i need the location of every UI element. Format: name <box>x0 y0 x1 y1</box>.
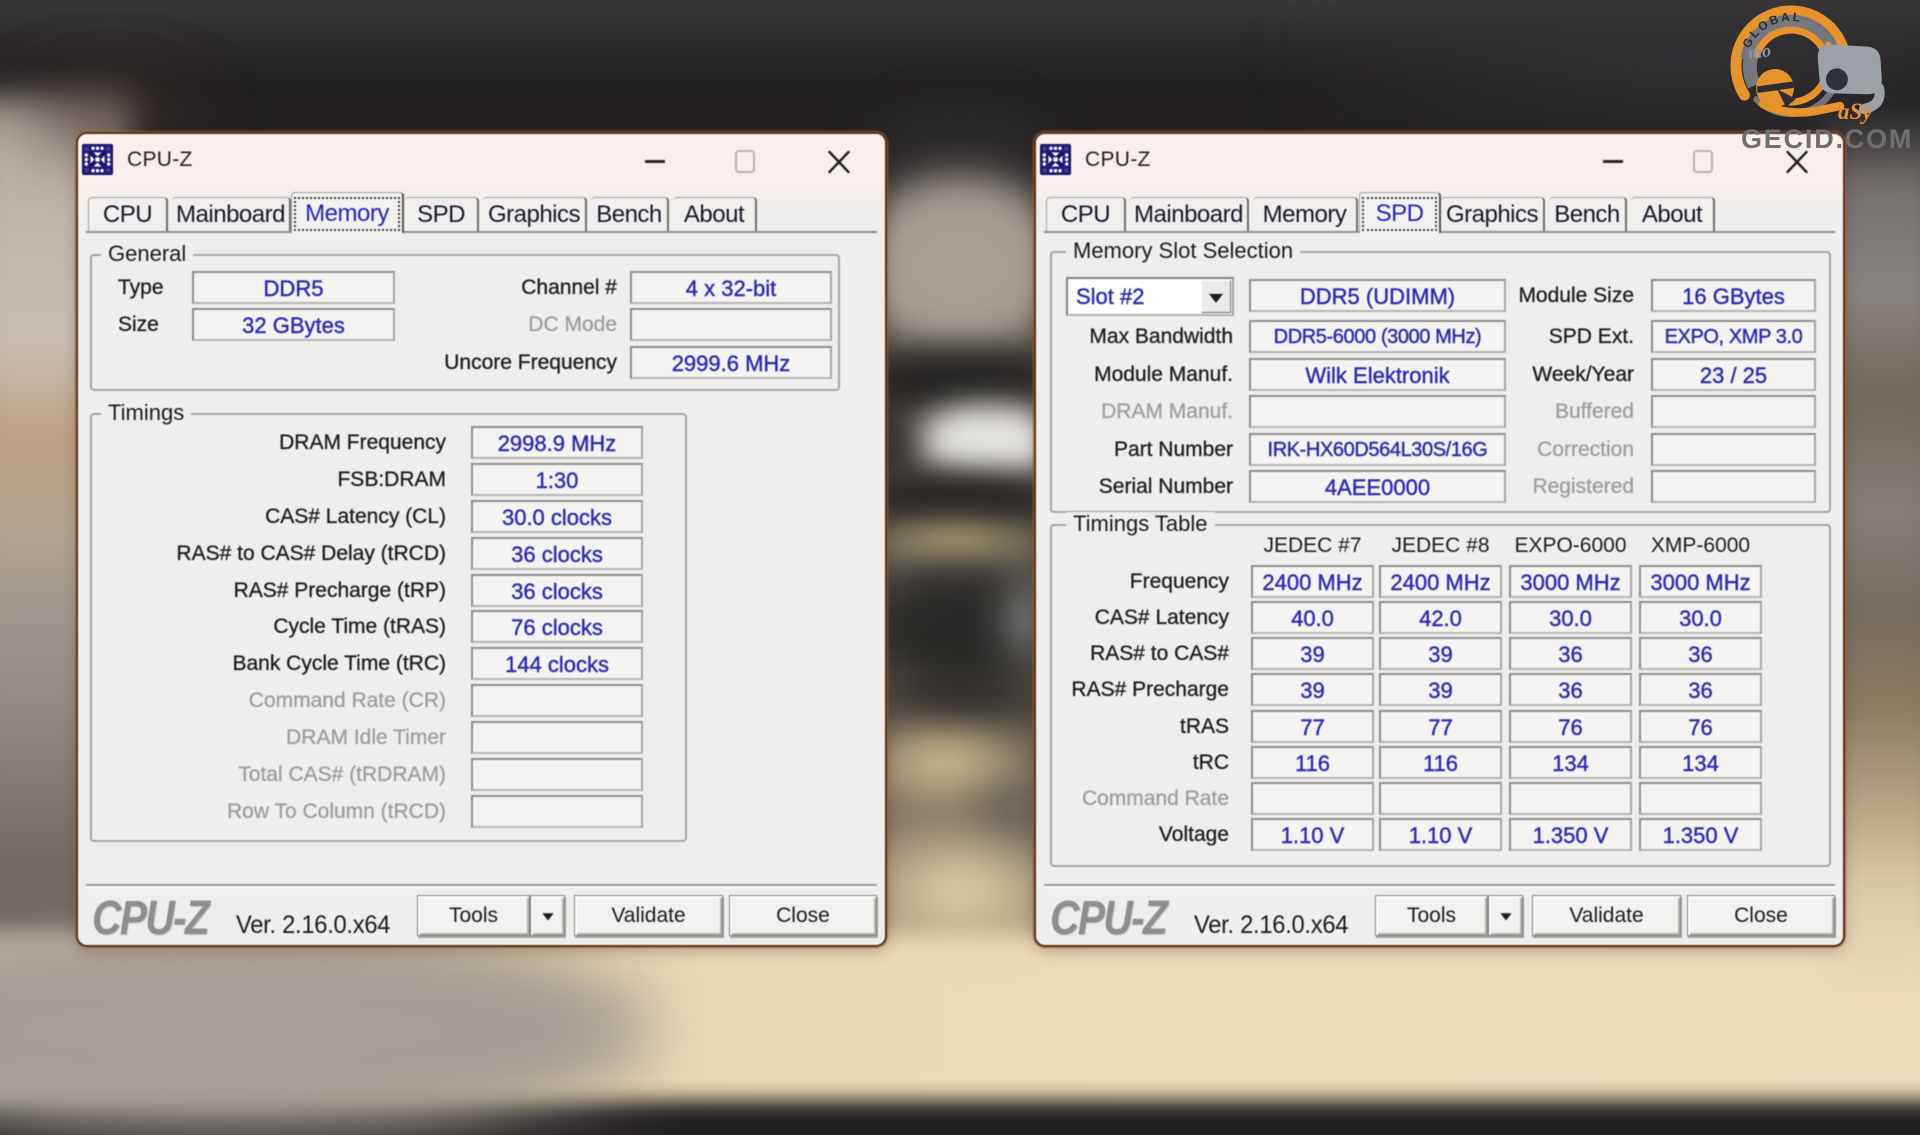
svg-text:mo: mo <box>1747 40 1773 63</box>
svg-text:aSy: aSy <box>1838 99 1873 124</box>
